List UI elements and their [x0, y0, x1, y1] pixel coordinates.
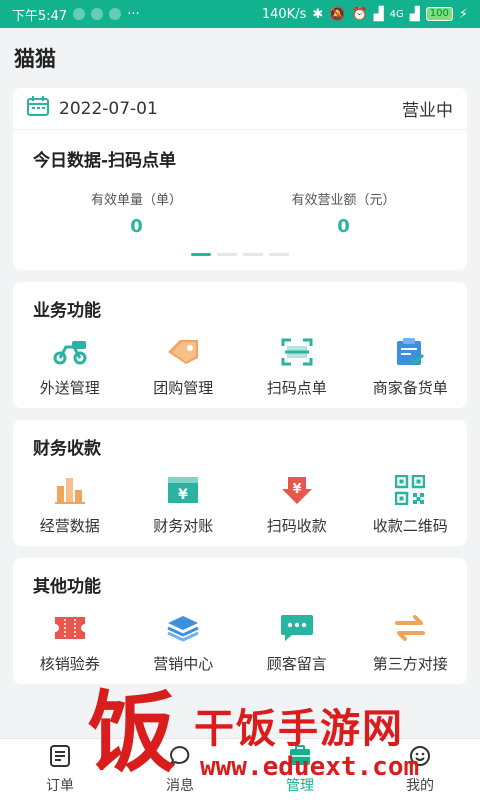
date-text[interactable]: 2022-07-01: [59, 99, 158, 119]
battery-icon: 100: [425, 7, 453, 21]
delivery-management-button[interactable]: 外送管理: [13, 337, 127, 398]
manage-icon: [288, 744, 312, 771]
page-dot: [217, 253, 237, 256]
page-dot: [191, 253, 211, 256]
item-label: 财务对账: [153, 517, 214, 535]
signal-icon: ▟: [373, 6, 384, 22]
order-icon: [49, 744, 71, 771]
scan-icon: [279, 337, 315, 367]
date-row[interactable]: 2022-07-01 营业中: [13, 88, 467, 130]
tab-messages[interactable]: 消息: [120, 739, 240, 800]
section-title: 财务收款: [33, 439, 101, 459]
store-name: 猫猫: [14, 47, 56, 71]
bluetooth-icon: ✱: [312, 6, 324, 22]
wechat-notification-icon: [91, 8, 104, 20]
tab-label: 我的: [406, 777, 434, 794]
charging-icon: ⚡: [458, 6, 468, 22]
customer-message-button[interactable]: 顾客留言: [240, 613, 354, 674]
item-label: 第三方对接: [372, 655, 448, 673]
image-notification-icon: [109, 8, 122, 20]
item-label: 经营数据: [39, 517, 100, 535]
signal-icon-2: ▟: [409, 6, 420, 22]
stat-value: 0: [337, 216, 350, 237]
ticket-icon: [52, 613, 88, 643]
item-label: 扫码点单: [266, 379, 327, 397]
notification-icon: [73, 8, 86, 20]
third-party-integration-button[interactable]: 第三方对接: [354, 613, 468, 674]
today-stats: 今日数据-扫码点单 有效单量（单） 0 有效营业额（元） 0: [13, 130, 467, 270]
network-speed: 140K/s: [261, 6, 307, 22]
stat-label: 有效单量（单）: [90, 193, 182, 208]
item-label: 团购管理: [153, 379, 214, 397]
scan-order-button[interactable]: 扫码点单: [240, 337, 354, 398]
page-dot: [243, 253, 263, 256]
stat-orders: 有效单量（单） 0: [33, 189, 240, 237]
scan-payment-button[interactable]: ¥ 扫码收款: [240, 475, 354, 536]
item-label: 核销验券: [39, 655, 100, 673]
bottom-tab-bar: 订单 消息 管理 我的: [0, 738, 480, 800]
tag-icon: [165, 337, 201, 367]
marketing-center-button[interactable]: 营销中心: [127, 613, 241, 674]
network-type: 4G: [389, 8, 404, 20]
verify-coupon-button[interactable]: 核销验券: [13, 613, 127, 674]
finance-section: 财务收款 经营数据 ¥ 财务对账 ¥ 扫码收款 收款二维码: [13, 420, 467, 546]
svg-text:¥: ¥: [178, 487, 188, 503]
svg-text:¥: ¥: [292, 482, 301, 497]
financial-reconciliation-button[interactable]: ¥ 财务对账: [127, 475, 241, 536]
item-label: 外送管理: [39, 379, 100, 397]
layers-icon: [165, 613, 201, 643]
yuan-down-icon: ¥: [279, 475, 315, 505]
status-bar: 下午5:47 ··· 140K/s ✱ 🔕 ⏰ ▟ 4G ▟ 100 ⚡: [0, 0, 480, 28]
business-data-button[interactable]: 经营数据: [13, 475, 127, 536]
more-notifications-icon: ···: [127, 6, 140, 22]
item-label: 营销中心: [153, 655, 214, 673]
swap-icon: [392, 613, 428, 643]
stat-label: 有效营业额（元）: [291, 193, 396, 208]
app-bar: 猫猫: [0, 28, 480, 88]
stat-revenue: 有效营业额（元） 0: [240, 189, 447, 237]
scooter-icon: [52, 337, 88, 367]
tab-label: 管理: [286, 777, 314, 794]
page-indicator: [33, 253, 447, 256]
bar-chart-icon: [52, 475, 88, 505]
clipboard-icon: [392, 337, 428, 367]
stat-value: 0: [130, 216, 143, 237]
page-dot: [269, 253, 289, 256]
stats-title: 今日数据-扫码点单: [33, 151, 177, 171]
tab-label: 消息: [166, 777, 194, 794]
item-label: 顾客留言: [266, 655, 327, 673]
tab-orders[interactable]: 订单: [0, 739, 120, 800]
alarm-icon: ⏰: [351, 6, 368, 22]
section-title: 业务功能: [33, 301, 101, 321]
merchant-stock-list-button[interactable]: 商家备货单: [354, 337, 468, 398]
calendar-icon[interactable]: [27, 96, 49, 121]
profile-icon: [409, 745, 431, 771]
chat-icon: [279, 613, 315, 643]
message-icon: [168, 745, 191, 771]
ledger-icon: ¥: [165, 475, 201, 505]
tab-manage[interactable]: 管理: [240, 739, 360, 800]
qrcode-icon: [392, 475, 428, 505]
business-functions-section: 业务功能 外送管理 团购管理 扫码点单 商家备货单: [13, 282, 467, 408]
item-label: 商家备货单: [372, 379, 448, 397]
mute-icon: 🔕: [329, 6, 346, 22]
summary-card: 2022-07-01 营业中 今日数据-扫码点单 有效单量（单） 0 有效营业额…: [13, 88, 467, 270]
item-label: 收款二维码: [372, 517, 448, 535]
tab-profile[interactable]: 我的: [360, 739, 480, 800]
section-title: 其他功能: [33, 577, 101, 597]
other-functions-section: 其他功能 核销验券 营销中心 顾客留言 第三方对接: [13, 558, 467, 684]
group-buy-management-button[interactable]: 团购管理: [127, 337, 241, 398]
tab-label: 订单: [46, 777, 74, 794]
item-label: 扫码收款: [266, 517, 327, 535]
clock: 下午5:47: [12, 8, 68, 24]
payment-qrcode-button[interactable]: 收款二维码: [354, 475, 468, 536]
business-status: 营业中: [402, 101, 453, 121]
